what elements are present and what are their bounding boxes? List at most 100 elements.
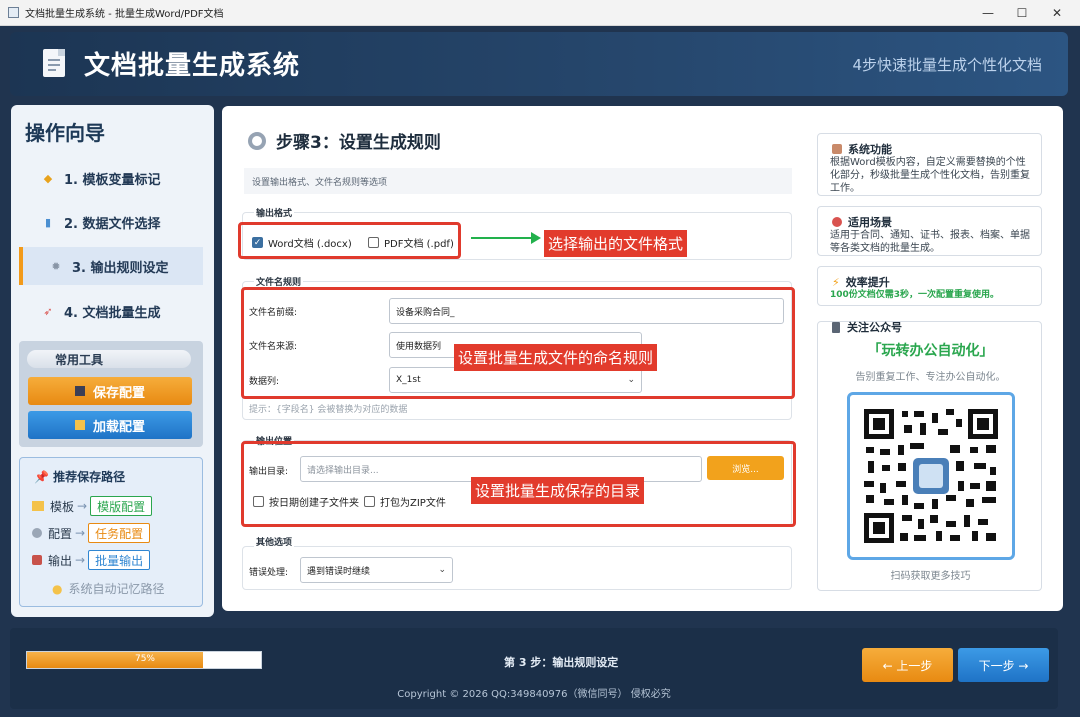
- minimize-button[interactable]: —: [971, 0, 1005, 26]
- path-row-label: 配置: [48, 526, 73, 541]
- main-panel: 步骤3：设置生成规则 设置输出格式、文件名规则等选项 输出格式 ✓ Word文档…: [222, 106, 1063, 611]
- green-arrow-icon: [471, 232, 541, 244]
- app-header: 文档批量生成系统 4步快速批量生成个性化文档: [10, 32, 1068, 96]
- wechat-title-text: 关注公众号: [847, 321, 902, 334]
- gear-icon: [248, 131, 266, 150]
- chart-icon: ▮: [44, 215, 52, 229]
- arrow-icon: →: [75, 553, 86, 567]
- save-config-button[interactable]: 保存配置: [28, 377, 192, 405]
- close-button[interactable]: ✕: [1040, 0, 1074, 26]
- wechat-card: 关注公众号 「玩转办公自动化」 告别重复工作、专注办公自动化。 扫码获取更多技巧: [817, 321, 1042, 591]
- folder-icon: [32, 501, 44, 511]
- format-highlight-box: [238, 222, 461, 259]
- path-row-label: 模板: [50, 499, 75, 514]
- wechat-slogan: 「玩转办公自动化」: [867, 343, 994, 359]
- scenes-title-text: 适用场景: [848, 216, 892, 229]
- maximize-button[interactable]: ☐: [1005, 0, 1039, 26]
- step-title-text: 步骤3：设置生成规则: [276, 133, 441, 153]
- sidebar-title: 操作向导: [25, 121, 105, 145]
- step-description: 设置输出格式、文件名规则等选项: [244, 168, 792, 194]
- config-path-tag[interactable]: 任务配置: [88, 523, 151, 543]
- clipboard-icon: [832, 144, 842, 154]
- previous-button[interactable]: ← 上一步: [862, 648, 953, 682]
- copyright: Copyright © 2026 QQ:349840976（微信同号） 侵权必究: [397, 689, 671, 700]
- scenes-card: 适用场景 适用于合同、通知、证书、报表、档案、单据等各类文档的批量生成。: [817, 206, 1042, 256]
- tools-title: 常用工具: [27, 350, 191, 368]
- wechat-subtitle: 告别重复工作、专注办公自动化。: [855, 372, 1006, 383]
- app-icon: [8, 7, 19, 18]
- paths-title-text: 推荐保存路径: [53, 470, 126, 484]
- naming-annotation: 设置批量生成文件的命名规则: [454, 344, 658, 371]
- scenes-title: 适用场景: [832, 214, 892, 230]
- gear-icon: ✹: [51, 259, 61, 273]
- output-format-label: 输出格式: [254, 206, 295, 219]
- sidebar-step-3[interactable]: ✹ 3. 输出规则设定: [19, 247, 203, 285]
- sidebar: 操作向导 ◆ 1. 模板变量标记 ▮ 2. 数据文件选择 ✹ 3. 输出规则设定…: [11, 105, 214, 617]
- app-title: 文档批量生成系统: [84, 51, 301, 81]
- output-path-tag[interactable]: 批量输出: [88, 550, 151, 570]
- save-config-label: 保存配置: [92, 385, 145, 401]
- step-status: 第 3 步：输出规则设定: [504, 656, 619, 669]
- app-subtitle: 4步快速批量生成个性化文档: [852, 56, 1042, 74]
- download-icon: [32, 555, 42, 565]
- qr-code: [847, 392, 1015, 560]
- features-text: 根据Word模板内容，自定义需要替换的个性化部分，秒级批量生成个性化文档，告别重…: [830, 157, 1030, 194]
- sidebar-step-label: 4. 文档批量生成: [64, 305, 161, 321]
- target-icon: [832, 217, 842, 227]
- lightning-icon: ⚡: [832, 275, 840, 289]
- lightbulb-icon: ●: [52, 581, 63, 596]
- footer-bar: 75% 第 3 步：输出规则设定 ← 上一步 下一步 → Copyright ©…: [10, 628, 1058, 709]
- sidebar-step-label: 2. 数据文件选择: [64, 216, 161, 232]
- features-title-text: 系统功能: [848, 143, 892, 156]
- window-title: 文档批量生成系统 - 批量生成Word/PDF文档: [25, 9, 224, 20]
- next-button[interactable]: 下一步 →: [958, 648, 1049, 682]
- rocket-icon: ➶: [43, 304, 53, 318]
- paths-tip-text: 系统自动记忆路径: [68, 582, 165, 596]
- format-annotation: 选择输出的文件格式: [544, 230, 688, 257]
- phone-icon: [832, 321, 840, 333]
- paths-title: 📌 推荐保存路径: [34, 468, 125, 485]
- features-card: 系统功能 根据Word模板内容，自定义需要替换的个性化部分，秒级批量生成个性化文…: [817, 133, 1042, 196]
- path-row-template: 模板 → 模版配置: [32, 496, 153, 516]
- load-config-button[interactable]: 加载配置: [28, 411, 192, 439]
- efficiency-card: ⚡ 效率提升 100份文档仅需3秒，一次配置重复使用。: [817, 266, 1042, 306]
- error-handling-label: 错误处理:: [249, 568, 289, 578]
- scenes-text: 适用于合同、通知、证书、报表、档案、单据等各类文档的批量生成。: [830, 230, 1030, 254]
- gear-icon: [32, 528, 42, 538]
- sidebar-step-1[interactable]: ◆ 1. 模板变量标记: [19, 159, 203, 197]
- sidebar-step-4[interactable]: ➶ 4. 文档批量生成: [19, 292, 203, 330]
- chevron-down-icon: ⌄: [438, 565, 446, 575]
- sidebar-step-2[interactable]: ▮ 2. 数据文件选择: [19, 203, 203, 241]
- window-titlebar: 文档批量生成系统 - 批量生成Word/PDF文档 — ☐ ✕: [0, 0, 1080, 26]
- template-path-tag[interactable]: 模版配置: [90, 496, 153, 516]
- qr-caption: 扫码获取更多技巧: [890, 571, 971, 582]
- pin-icon: 📌: [34, 470, 49, 484]
- sidebar-step-label: 1. 模板变量标记: [64, 172, 161, 188]
- load-config-label: 加载配置: [92, 419, 145, 435]
- arrow-icon: →: [75, 526, 86, 540]
- dir-annotation: 设置批量生成保存的目录: [471, 477, 645, 504]
- progress-text: 75%: [134, 654, 155, 664]
- other-options-label: 其他选项: [254, 535, 295, 548]
- tools-panel: 常用工具 保存配置 加载配置: [19, 341, 203, 447]
- error-handling-select[interactable]: 遇到错误时继续 ⌄: [300, 557, 453, 583]
- folder-icon: [74, 420, 85, 430]
- efficiency-text: 100份文档仅需3秒，一次配置重复使用。: [830, 290, 1000, 300]
- paths-tip: ● 系统自动记忆路径: [52, 580, 165, 597]
- filename-hint: 提示：{字段名} 会被替换为对应的数据: [249, 405, 408, 415]
- naming-highlight-box: [241, 287, 795, 399]
- path-row-config: 配置 → 任务配置: [32, 523, 151, 543]
- step-title: 步骤3：设置生成规则: [248, 128, 441, 153]
- features-title: 系统功能: [832, 141, 892, 157]
- efficiency-title-text: 效率提升: [845, 276, 890, 289]
- recommended-paths-panel: 📌 推荐保存路径 模板 → 模版配置 配置 → 任务配置 输出 → 批量输出 ●…: [19, 457, 203, 607]
- efficiency-title: ⚡ 效率提升: [832, 274, 890, 290]
- sidebar-step-label: 3. 输出规则设定: [72, 260, 169, 276]
- arrow-icon: →: [77, 499, 88, 513]
- progress-bar: 75%: [26, 651, 262, 669]
- error-handling-value: 遇到错误时继续: [307, 566, 371, 577]
- tag-icon: ◆: [43, 171, 53, 185]
- save-icon: [74, 386, 85, 396]
- qr-code-icon: [864, 409, 998, 543]
- wechat-title: 关注公众号: [832, 319, 902, 335]
